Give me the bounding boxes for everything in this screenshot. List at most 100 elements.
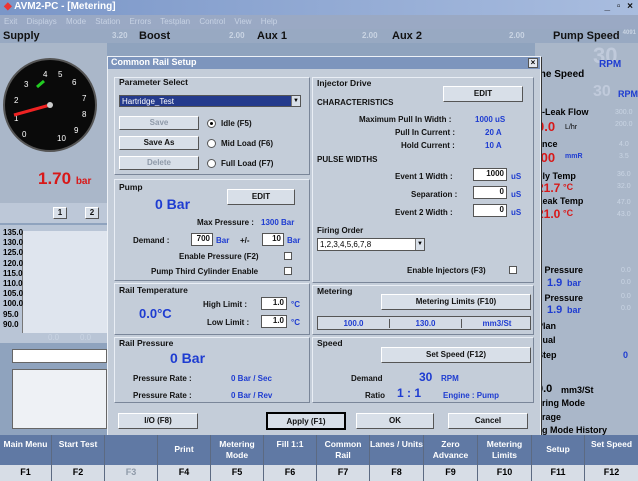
fkey-label: Print xyxy=(158,435,210,465)
supply-temp-unit: °C xyxy=(563,182,574,192)
leak-flow-side-b: 200.0 xyxy=(615,121,633,128)
injector-drive-title: Injector Drive xyxy=(317,78,372,88)
enable-pressure-checkbox[interactable] xyxy=(284,252,292,260)
enable-injectors-label: Enable Injectors (F3) xyxy=(407,266,486,275)
menu-displays[interactable]: Displays xyxy=(27,17,57,26)
pump-title: Pump xyxy=(119,182,143,192)
window-title: AVM2-PC - [Metering] xyxy=(14,1,116,12)
menu-testplan[interactable]: Testplan xyxy=(160,17,190,26)
metering-unit: mm3/St xyxy=(561,385,594,395)
fkey-f4-print[interactable]: Print F4 xyxy=(158,435,211,481)
speed-title: Speed xyxy=(317,338,343,348)
apply-button[interactable]: Apply (F1) xyxy=(266,412,346,430)
window-controls[interactable]: _ ▫ × xyxy=(604,1,635,12)
pull-current-value: 20 A xyxy=(485,128,502,137)
channel-1-button[interactable]: 1 xyxy=(53,207,67,219)
enable-injectors-checkbox[interactable] xyxy=(509,266,517,274)
parameter-select-dropdown[interactable]: Hartridge_Test ▼ xyxy=(119,95,301,107)
event1-width-input[interactable]: 1000 xyxy=(473,168,507,181)
pressure-b-value: 1.9 xyxy=(547,304,563,316)
fkey-f5-metering-mode[interactable]: Metering Mode F5 xyxy=(211,435,264,481)
menu-view[interactable]: View xyxy=(234,17,251,26)
pump-speed-unit: RPM xyxy=(599,59,622,70)
menu-exit[interactable]: Exit xyxy=(4,17,17,26)
fkey-f9-zero-advance[interactable]: Zero Advance F9 xyxy=(424,435,478,481)
gauge-headers: 3.20 Boost 2.00 Aux 1 2.00 Aux 2 2.00 xyxy=(107,29,535,43)
ok-button[interactable]: OK xyxy=(356,413,434,429)
save-button[interactable]: Save xyxy=(119,116,199,130)
chevron-down-icon: ▼ xyxy=(291,96,300,106)
channel-2-button[interactable]: 2 xyxy=(85,207,99,219)
high-limit-unit: °C xyxy=(291,300,300,309)
dial-tick-8: 8 xyxy=(82,110,87,119)
fkey-key: F11 xyxy=(532,465,584,481)
firing-order-label: Firing Order xyxy=(317,226,364,235)
fkey-f3[interactable]: F3 xyxy=(105,435,158,481)
set-speed-button[interactable]: Set Speed (F12) xyxy=(381,347,531,363)
dial-tick-5: 5 xyxy=(58,70,63,79)
separation-input[interactable]: 0 xyxy=(473,186,507,199)
full-load-radio[interactable] xyxy=(207,159,216,168)
metering-low-value: 100.0 xyxy=(318,319,390,328)
demand-unit: Bar xyxy=(216,236,230,245)
dialog-close-button[interactable]: × xyxy=(528,58,538,68)
low-limit-label: Low Limit : xyxy=(207,318,250,327)
event2-width-input[interactable]: 0 xyxy=(473,204,507,217)
idle-radio[interactable] xyxy=(207,119,216,128)
supply-panel: 4 5 6 3 7 2 8 1 9 0 10 1.70 bar xyxy=(0,43,107,203)
menu-mode[interactable]: Mode xyxy=(66,17,86,26)
ratio-label: Ratio xyxy=(365,391,385,400)
fkey-key: F12 xyxy=(585,465,638,481)
y-tick: 115.0 xyxy=(3,268,23,278)
fkey-label: Metering Mode xyxy=(211,435,263,465)
high-limit-input[interactable]: 1.0 xyxy=(261,297,287,310)
fkey-f10-metering-limits[interactable]: Metering Limits F10 xyxy=(478,435,532,481)
fkey-label xyxy=(105,435,157,465)
fkey-f8-lanes-units[interactable]: Lanes / Units F8 xyxy=(370,435,424,481)
pump-edit-button[interactable]: EDIT xyxy=(227,189,295,205)
fkey-f2-start-test[interactable]: Start Test F2 xyxy=(52,435,105,481)
fkey-f12-set-speed[interactable]: Set Speed F12 xyxy=(585,435,638,481)
third-cylinder-label: Pump Third Cylinder Enable xyxy=(151,267,259,276)
fkey-f7-common-rail[interactable]: Common Rail F7 xyxy=(317,435,370,481)
hold-current-label: Hold Current : xyxy=(401,141,455,150)
cancel-button[interactable]: Cancel xyxy=(448,413,528,429)
io-button[interactable]: I/O (F8) xyxy=(118,413,198,429)
high-limit-label: High Limit : xyxy=(203,300,247,309)
firing-order-dropdown[interactable]: 1,2,3,4,5,6,7,8 ▼ xyxy=(317,238,425,251)
metering-limits-button[interactable]: Metering Limits (F10) xyxy=(381,294,531,310)
mid-load-radio[interactable] xyxy=(207,139,216,148)
supply-temp-label: ply Temp xyxy=(537,171,576,181)
menu-station[interactable]: Station xyxy=(95,17,120,26)
hold-current-value: 10 A xyxy=(485,141,502,150)
fkey-key: F7 xyxy=(317,465,369,481)
save-as-button[interactable]: Save As xyxy=(119,136,199,150)
fkey-label: Common Rail xyxy=(317,435,369,465)
common-rail-setup-dialog: Common Rail Setup × Parameter Select Har… xyxy=(107,56,541,436)
supply-value-row: 1.70 bar xyxy=(38,169,91,189)
metering-high-value: 130.0 xyxy=(390,319,462,328)
fkey-f6-fill[interactable]: Fill 1:1 F6 xyxy=(264,435,317,481)
injector-edit-button[interactable]: EDIT xyxy=(443,86,523,102)
menu-control[interactable]: Control xyxy=(199,17,225,26)
third-cylinder-checkbox[interactable] xyxy=(284,267,292,275)
fkey-f1-main-menu[interactable]: Main Menu F1 xyxy=(0,435,52,481)
right-panel: 30 RPM ine Speed 30 RPM k-Leak Flow 0.0 … xyxy=(535,43,638,435)
full-load-radio-label: Full Load (F7) xyxy=(221,159,274,168)
metering-mode-label: ering Mode xyxy=(537,398,586,408)
menu-errors[interactable]: Errors xyxy=(129,17,151,26)
demand-input[interactable]: 700 xyxy=(191,233,213,246)
supply-dial: 4 5 6 3 7 2 8 1 9 0 10 xyxy=(3,58,97,152)
menu-help[interactable]: Help xyxy=(261,17,277,26)
injector-drive-group: Injector Drive CHARACTERISTICS EDIT Maxi… xyxy=(312,77,534,283)
delete-button[interactable]: Delete xyxy=(119,156,199,170)
status-field xyxy=(12,349,107,363)
fkey-label: Start Test xyxy=(52,435,104,465)
low-limit-input[interactable]: 1.0 xyxy=(261,315,287,328)
tolerance-input[interactable]: 10 xyxy=(262,233,284,246)
pull-current-label: Pull In Current : xyxy=(395,128,455,137)
fkey-f11-setup[interactable]: Setup F11 xyxy=(532,435,585,481)
y-tick: 125.0 xyxy=(3,248,24,258)
pressure-b-side-a: 0.0 xyxy=(621,293,631,300)
fkey-key: F10 xyxy=(478,465,531,481)
